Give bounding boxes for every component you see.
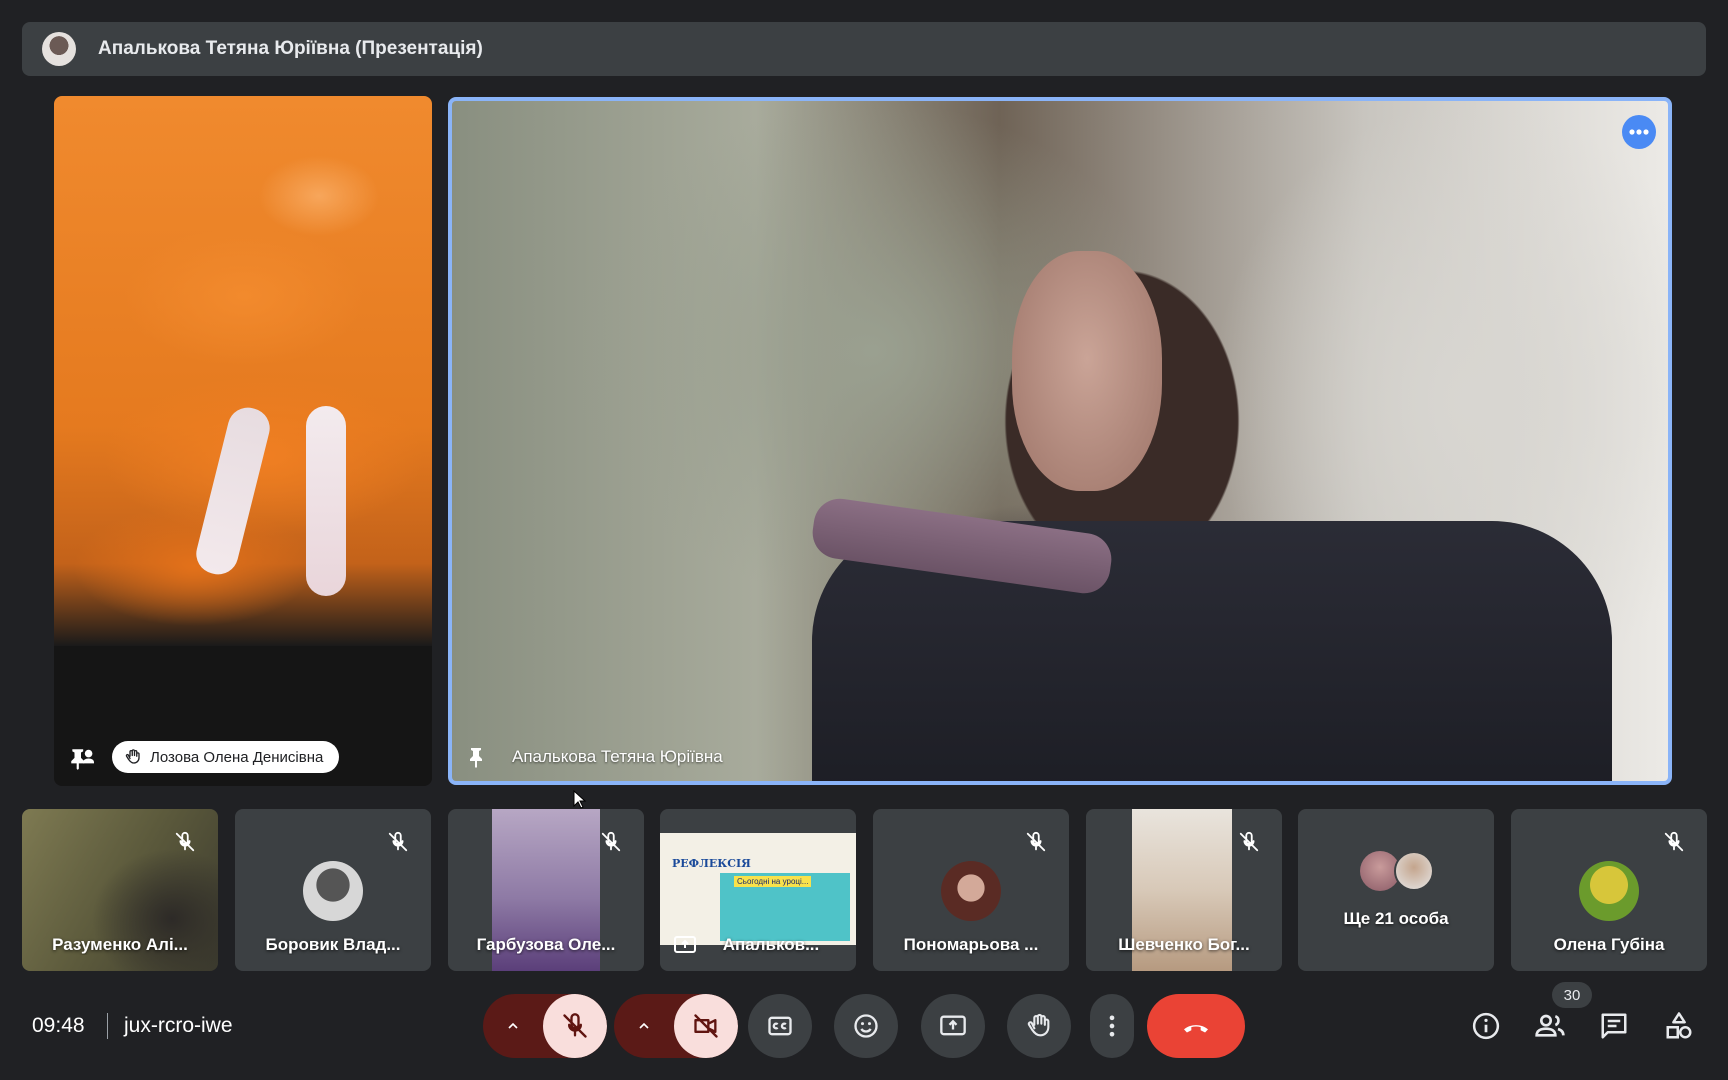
- meeting-code: jux-rcro-iwe: [124, 1014, 233, 1037]
- video-detail: [306, 406, 346, 596]
- participant-name: Разуменко Алі...: [52, 935, 188, 954]
- participant-name: Олена Губіна: [1553, 935, 1665, 954]
- mic-control-group: [483, 994, 607, 1058]
- mic-off-icon: [1239, 831, 1259, 852]
- call-end-icon: [1184, 1025, 1208, 1033]
- chevron-up-icon: [508, 1022, 518, 1029]
- avatar: [303, 861, 363, 921]
- tile-more-options-button[interactable]: [1622, 115, 1656, 149]
- activities-icon: [1666, 1012, 1692, 1039]
- meeting-details-button[interactable]: [1470, 1010, 1502, 1042]
- avatar: [941, 861, 1001, 921]
- audio-options-button[interactable]: [483, 994, 543, 1058]
- chat-button[interactable]: [1598, 1010, 1630, 1042]
- participant-name: Апальков...: [722, 935, 820, 954]
- activities-button[interactable]: [1663, 1010, 1695, 1042]
- more-vert-icon: [1109, 1015, 1115, 1037]
- present-now-button[interactable]: [921, 994, 985, 1058]
- mic-off-icon: [1664, 831, 1684, 852]
- slide-title: РЕФЛЕКСІЯ: [672, 857, 751, 870]
- chevron-up-icon: [639, 1022, 649, 1029]
- participant-video: [54, 96, 432, 646]
- camera-toggle-button[interactable]: [674, 994, 738, 1058]
- video-options-button[interactable]: [614, 994, 674, 1058]
- speaker-face: [1012, 251, 1162, 491]
- participant-tile-lozova[interactable]: Лозова Олена Денисівна: [54, 96, 432, 786]
- people-count-badge: 30: [1552, 982, 1592, 1008]
- participant-name: Апалькова Тетяна Юріївна: [512, 747, 723, 766]
- filmstrip-tile-more-people[interactable]: Ще 21 особа: [1298, 809, 1494, 971]
- presentation-title: Апалькова Тетяна Юріївна (Презентація): [98, 38, 483, 59]
- slide-thumbnail: РЕФЛЕКСІЯ Сьогодні на уроці...: [660, 833, 856, 945]
- participant-name: Лозова Олена Денисівна: [150, 748, 324, 766]
- video-detail: [192, 403, 274, 579]
- mouse-cursor-icon: [573, 790, 587, 809]
- slide-board: Сьогодні на уроці...: [720, 873, 850, 941]
- filmstrip-tile[interactable]: Разуменко Алі...: [22, 809, 218, 971]
- participant-name: Гарбузова Оле...: [476, 935, 616, 954]
- clock: 09:48: [32, 1014, 85, 1037]
- presenter-avatar: [42, 32, 76, 66]
- filmstrip-tile[interactable]: Гарбузова Оле...: [448, 809, 644, 971]
- participant-name-chip: Лозова Олена Денисівна: [112, 741, 340, 773]
- raise-hand-icon: [125, 749, 140, 764]
- leave-call-button[interactable]: [1147, 994, 1245, 1058]
- more-options-button[interactable]: [1090, 994, 1134, 1058]
- avatar: [1394, 851, 1434, 891]
- present-icon: [940, 1015, 966, 1036]
- reactions-button[interactable]: [834, 994, 898, 1058]
- mic-off-icon: [175, 831, 195, 852]
- divider: [107, 1013, 108, 1039]
- avatar: [1579, 861, 1639, 921]
- filmstrip-tile[interactable]: Пономарьова ...: [873, 809, 1069, 971]
- mic-off-icon: [601, 831, 621, 852]
- emoji-icon: [854, 1014, 878, 1038]
- filmstrip-tile-presentation[interactable]: РЕФЛЕКСІЯ Сьогодні на уроці... Апальков.…: [660, 809, 856, 971]
- raise-hand-icon: [1027, 1013, 1050, 1037]
- mic-off-icon: [1026, 831, 1046, 852]
- pin-person-icon[interactable]: [68, 746, 94, 772]
- filmstrip-tile[interactable]: Олена Губіна: [1511, 809, 1707, 971]
- slide-subtitle: Сьогодні на уроці...: [734, 876, 812, 887]
- filmstrip-tile[interactable]: Боровик Влад...: [235, 809, 431, 971]
- more-participants-label: Ще 21 особа: [1343, 909, 1449, 928]
- presentation-banner[interactable]: Апалькова Тетяна Юріївна (Презентація): [22, 22, 1706, 76]
- raise-hand-button[interactable]: [1007, 994, 1071, 1058]
- pin-icon[interactable]: [464, 745, 488, 769]
- closed-caption-icon: [768, 1016, 792, 1036]
- participant-tile-main-speaker[interactable]: Апалькова Тетяна Юріївна: [448, 97, 1672, 785]
- mic-off-icon: [563, 1013, 587, 1038]
- captions-button[interactable]: [748, 994, 812, 1058]
- camera-control-group: [614, 994, 738, 1058]
- videocam-off-icon: [694, 1014, 718, 1038]
- people-button[interactable]: [1534, 1010, 1566, 1042]
- people-icon: [1535, 1014, 1565, 1037]
- mic-off-icon: [388, 831, 408, 852]
- info-icon: [1472, 1012, 1500, 1040]
- participant-name: Шевченко Бог...: [1118, 935, 1250, 954]
- chat-icon: [1601, 1013, 1627, 1039]
- mic-toggle-button[interactable]: [543, 994, 607, 1058]
- more-horiz-icon: [1629, 129, 1649, 135]
- filmstrip-tile[interactable]: Шевченко Бог...: [1086, 809, 1282, 971]
- participant-name: Боровик Влад...: [265, 935, 401, 954]
- participant-name: Пономарьова ...: [903, 935, 1039, 954]
